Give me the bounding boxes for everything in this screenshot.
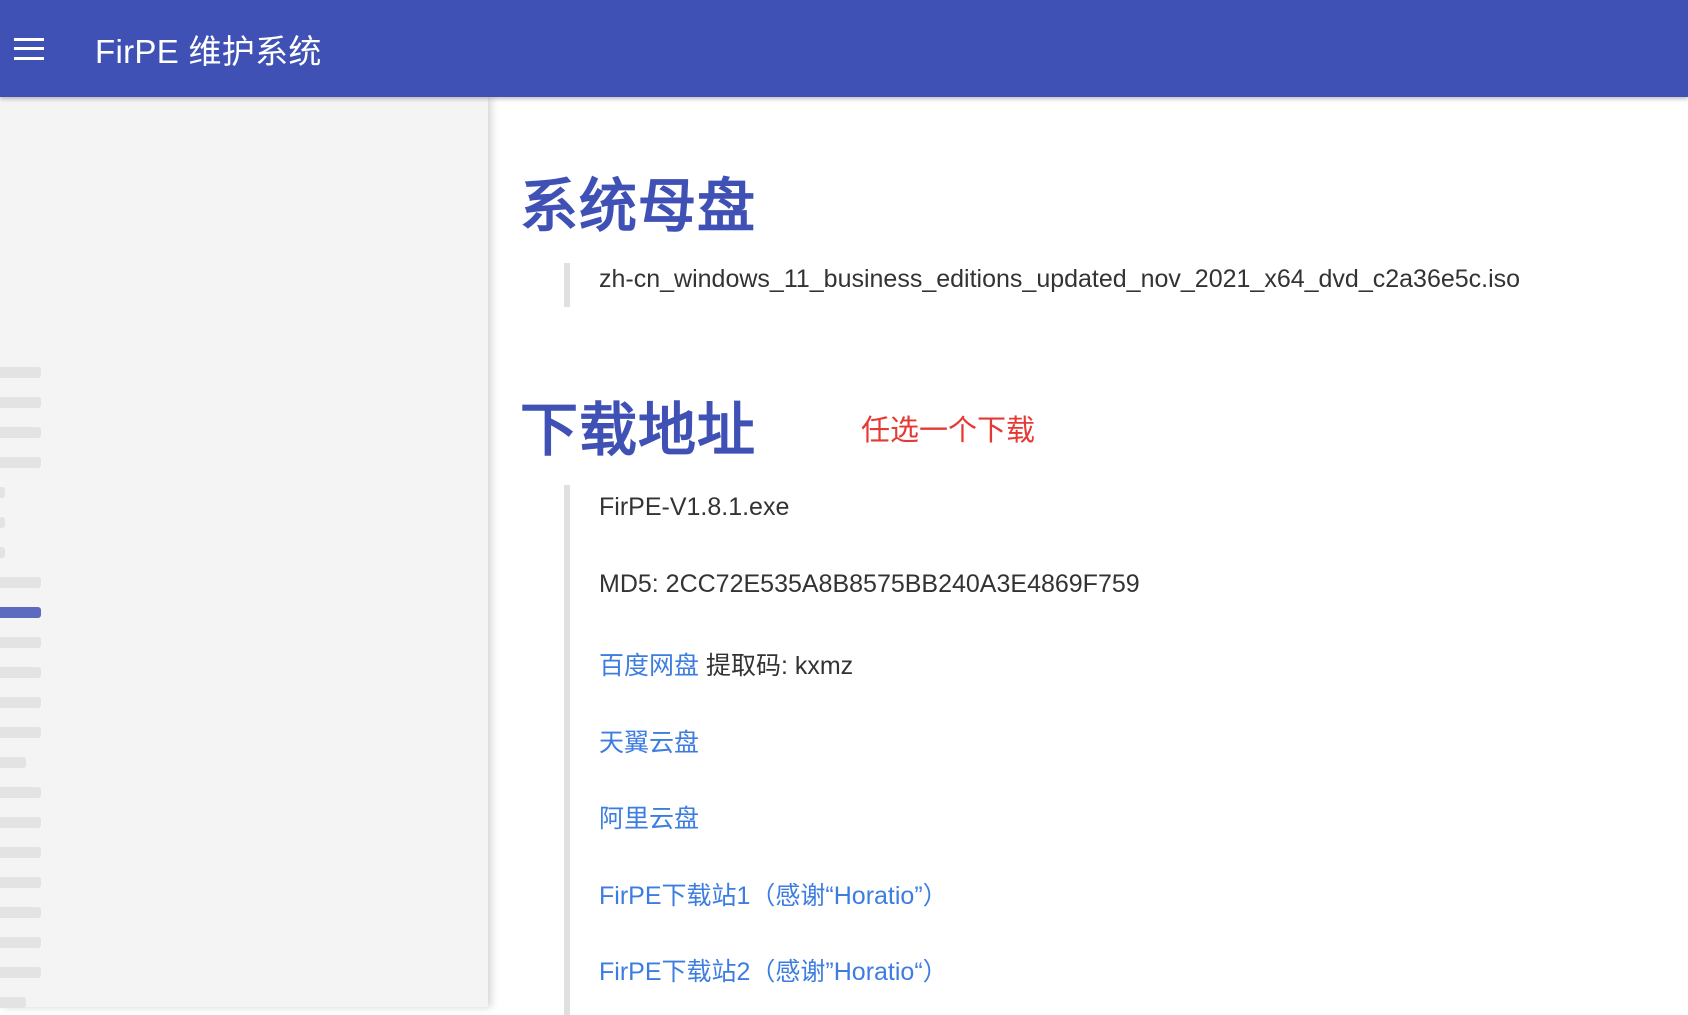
aliyun-pan-link[interactable]: 阿里云盘: [599, 805, 699, 833]
menu-icon-line: [14, 56, 44, 60]
mirror1-row: FirPE下载站1（感谢“Horatio”）: [599, 876, 948, 912]
baidu-pan-link[interactable]: 百度网盘: [599, 652, 699, 680]
md5-hash: MD5: 2CC72E535A8B8575BB240A3E4869F759: [599, 570, 1140, 598]
sidebar-item[interactable]: [0, 817, 41, 828]
menu-icon-line: [14, 47, 44, 50]
baidu-row: 百度网盘 提取码: kxmz: [599, 646, 853, 682]
sidebar-item[interactable]: [0, 367, 41, 378]
main-content: 系统母盘 zh-cn_windows_11_business_editions_…: [489, 97, 1688, 1015]
sidebar-item[interactable]: [0, 907, 41, 918]
sidebar-item[interactable]: [0, 727, 41, 738]
section-heading-download: 下载地址: [520, 398, 757, 463]
mirror2-row: FirPE下载站2（感谢”Horatio“）: [599, 952, 948, 988]
section-heading-system-image: 系统母盘: [520, 174, 757, 239]
sidebar-item[interactable]: [0, 847, 41, 858]
exe-filename: FirPE-V1.8.1.exe: [599, 493, 790, 521]
mirror-site-2-link[interactable]: FirPE下载站2（感谢”Horatio“）: [599, 958, 948, 986]
sidebar-item[interactable]: [0, 457, 41, 468]
sidebar-item[interactable]: [0, 487, 5, 498]
sidebar-item[interactable]: [0, 697, 41, 708]
sidebar: [0, 97, 488, 1008]
sidebar-item[interactable]: [0, 547, 5, 558]
sidebar-item[interactable]: [0, 577, 41, 588]
tianyi-pan-link[interactable]: 天翼云盘: [599, 729, 699, 757]
app-title: FirPE 维护系统: [95, 32, 322, 70]
tianyi-row: 天翼云盘: [599, 723, 699, 759]
sidebar-item-active[interactable]: [0, 607, 41, 618]
sidebar-item[interactable]: [0, 637, 41, 648]
download-note: 任选一个下载: [861, 415, 1036, 447]
sidebar-item[interactable]: [0, 937, 41, 948]
iso-filename: zh-cn_windows_11_business_editions_updat…: [599, 265, 1521, 293]
sidebar-item[interactable]: [0, 667, 41, 678]
menu-icon-line: [14, 37, 44, 41]
sidebar-item[interactable]: [0, 757, 26, 768]
sidebar-item[interactable]: [0, 967, 41, 978]
blockquote-downloads: FirPE-V1.8.1.exe MD5: 2CC72E535A8B8575BB…: [564, 485, 1140, 1015]
sidebar-item[interactable]: [0, 997, 26, 1008]
sidebar-item[interactable]: [0, 427, 41, 438]
sidebar-item[interactable]: [0, 787, 41, 798]
baidu-extract-code: 提取码: kxmz: [699, 652, 854, 680]
sidebar-item[interactable]: [0, 397, 41, 408]
app-bar: FirPE 维护系统: [0, 0, 1688, 97]
menu-icon[interactable]: [14, 37, 44, 60]
sidebar-item[interactable]: [0, 517, 5, 528]
aliyun-row: 阿里云盘: [599, 799, 699, 835]
blockquote-system-image: zh-cn_windows_11_business_editions_updat…: [564, 263, 1520, 307]
sidebar-item[interactable]: [0, 877, 41, 888]
mirror-site-1-link[interactable]: FirPE下载站1（感谢“Horatio”）: [599, 882, 948, 910]
